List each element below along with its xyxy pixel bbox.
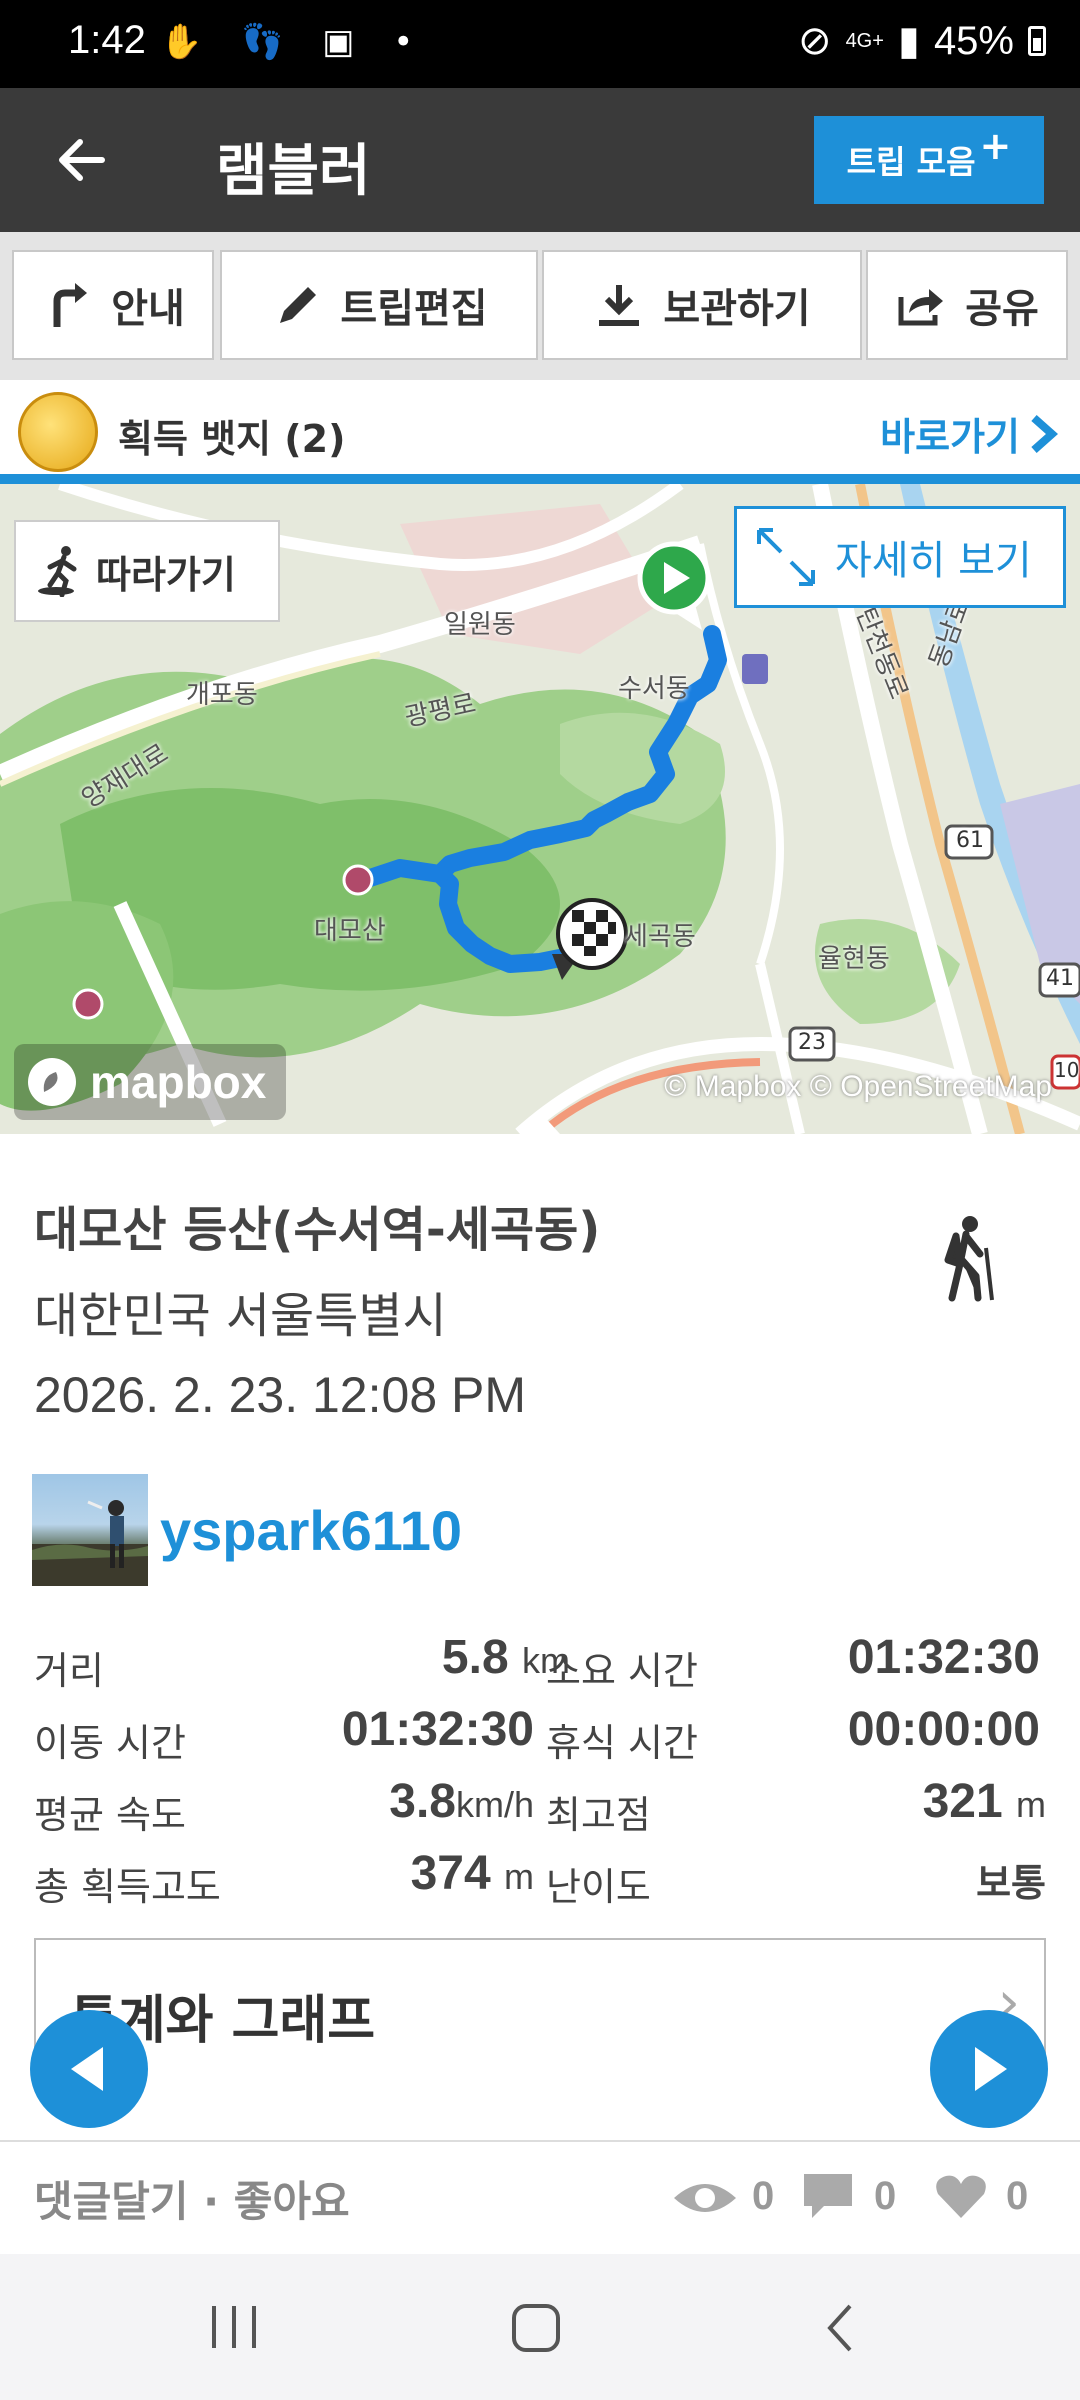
network-type: 4G+ xyxy=(845,29,884,52)
heart-icon xyxy=(936,2175,986,2218)
rest-time-label: 휴식 시간 xyxy=(546,1721,698,1765)
map-attribution[interactable]: © Mapbox © OpenStreetMap xyxy=(664,1070,1052,1104)
map-detail-button[interactable]: 자세히 보기 xyxy=(734,506,1066,608)
walking-icon xyxy=(38,546,77,597)
comment-icon xyxy=(804,2174,852,2218)
next-trip-button[interactable] xyxy=(930,2010,1048,2128)
dnd-icon: ⊘ xyxy=(798,19,832,63)
app-bar: 램블러 트립 모음 + xyxy=(0,88,1080,232)
map-label: 율현동 xyxy=(818,944,890,974)
plus-icon: + xyxy=(979,124,1012,168)
share-label: 공유 xyxy=(965,286,1039,332)
badge-medal-icon xyxy=(18,392,98,472)
likes-count: 0 xyxy=(1006,2174,1029,2218)
max-altitude-label: 최고점 xyxy=(546,1793,651,1837)
chevron-right-icon xyxy=(1031,414,1058,453)
divider xyxy=(0,2140,1080,2142)
elevation-gain-value: 374 m xyxy=(410,1847,534,1900)
route-shield: 10 xyxy=(1054,1058,1080,1082)
guide-label: 안내 xyxy=(111,286,185,332)
guide-button[interactable]: 안내 xyxy=(12,250,214,360)
home-icon[interactable] xyxy=(508,2300,564,2356)
previous-trip-button[interactable] xyxy=(30,2010,148,2128)
back-arrow-icon xyxy=(59,139,105,181)
trip-toolbar: 안내 트립편집 보관하기 공유 xyxy=(0,232,1080,380)
moving-time-value: 01:32:30 xyxy=(341,1703,534,1756)
trip-date: 2026. 2. 23. 12:08 PM xyxy=(34,1367,527,1423)
status-bar: 1:42 ✋ 👣 ▣ • ⊘ 4G+ ▮ 45% xyxy=(0,0,1080,88)
trip-title: 대모산 등산(수서역-세곡동) xyxy=(34,1202,601,1258)
share-button[interactable]: 공유 xyxy=(866,250,1068,360)
stats-graph-card[interactable]: 통계와 그래프 › xyxy=(34,1938,1046,2068)
map-label: 일원동 xyxy=(444,610,516,640)
trip-collection-button[interactable]: 트립 모음 + xyxy=(814,116,1044,204)
mapbox-icon xyxy=(28,1058,76,1106)
views-count: 0 xyxy=(752,2174,775,2218)
recent-apps-icon[interactable] xyxy=(206,2302,262,2352)
badge-goto-label: 바로가기 xyxy=(880,415,1020,459)
difficulty-value: 보통 xyxy=(976,1863,1046,1905)
battery-icon xyxy=(1028,26,1046,56)
rest-time-value: 00:00:00 xyxy=(847,1703,1040,1756)
badge-goto-link[interactable]: 바로가기 xyxy=(880,406,1058,461)
badge-label: 획득 뱃지 (2) xyxy=(118,417,346,461)
map-label: 대모산 xyxy=(314,916,386,946)
turn-right-icon xyxy=(53,283,88,327)
mapbox-logo: mapbox xyxy=(14,1044,286,1120)
system-nav-bar xyxy=(0,2254,1080,2400)
follow-label: 따라가기 xyxy=(96,552,236,597)
avg-speed-label: 평균 속도 xyxy=(34,1793,186,1837)
username-link[interactable]: yspark6110 xyxy=(160,1498,462,1563)
play-right-icon xyxy=(975,2047,1007,2091)
trip-location: 대한민국 서울특별시 xyxy=(34,1288,447,1344)
duration-value: 01:32:30 xyxy=(847,1631,1040,1684)
notification-icons: ✋ 👣 ▣ • xyxy=(160,22,428,62)
moving-time-label: 이동 시간 xyxy=(34,1721,186,1765)
mapbox-label: mapbox xyxy=(90,1056,267,1108)
avatar-photo xyxy=(32,1500,148,1586)
avg-speed-value: 3.8km/h xyxy=(389,1775,534,1828)
route-shield: 23 xyxy=(798,1030,826,1055)
download-icon xyxy=(599,285,640,326)
back-button[interactable] xyxy=(44,122,120,198)
user-avatar[interactable] xyxy=(32,1474,148,1586)
save-button[interactable]: 보관하기 xyxy=(542,250,862,360)
play-left-icon xyxy=(71,2047,103,2091)
distance-label: 거리 xyxy=(34,1649,104,1693)
save-label: 보관하기 xyxy=(663,286,811,332)
route-map[interactable]: 일원동 개포동 광평로 수서동 양재대로 대모산 세곡동 율현동 동남로 탄천동… xyxy=(0,484,1080,1134)
trip-collection-label: 트립 모음 xyxy=(846,143,976,181)
app-title: 램블러 xyxy=(216,139,371,204)
edit-trip-label: 트립편집 xyxy=(340,286,488,332)
expand-icon xyxy=(757,528,815,586)
map-label: 세곡동 xyxy=(624,922,696,952)
back-nav-icon[interactable] xyxy=(816,2300,866,2356)
route-shield: 61 xyxy=(956,828,984,853)
edit-trip-button[interactable]: 트립편집 xyxy=(220,250,538,360)
elevation-gain-label: 총 획득고도 xyxy=(34,1865,221,1909)
comments-count: 0 xyxy=(874,2174,897,2218)
signal-icon: ▮ xyxy=(897,19,920,63)
route-shield: 41 xyxy=(1046,966,1074,991)
map-label: 수서동 xyxy=(618,674,690,704)
map-label: 개포동 xyxy=(186,680,258,710)
pencil-icon xyxy=(280,287,317,323)
difficulty-label: 난이도 xyxy=(546,1865,651,1909)
distance-value: 5.8 km xyxy=(441,1631,570,1684)
status-time: 1:42 xyxy=(68,18,146,62)
duration-label: 소요 시간 xyxy=(546,1649,698,1693)
status-icons: ⊘ 4G+ ▮ 45% xyxy=(798,18,1046,64)
badge-row[interactable]: 획득 뱃지 (2) 바로가기 xyxy=(0,380,1080,484)
map-detail-label: 자세히 보기 xyxy=(835,538,1032,584)
hiking-icon xyxy=(944,1216,994,1302)
follow-button[interactable]: 따라가기 xyxy=(14,520,280,622)
max-altitude-value: 321 m xyxy=(922,1775,1046,1828)
comment-like-link[interactable]: 댓글달기 · 좋아요 xyxy=(34,2168,350,2229)
battery-text: 45% xyxy=(933,18,1014,63)
eye-icon xyxy=(674,2184,736,2212)
share-icon xyxy=(898,289,944,326)
